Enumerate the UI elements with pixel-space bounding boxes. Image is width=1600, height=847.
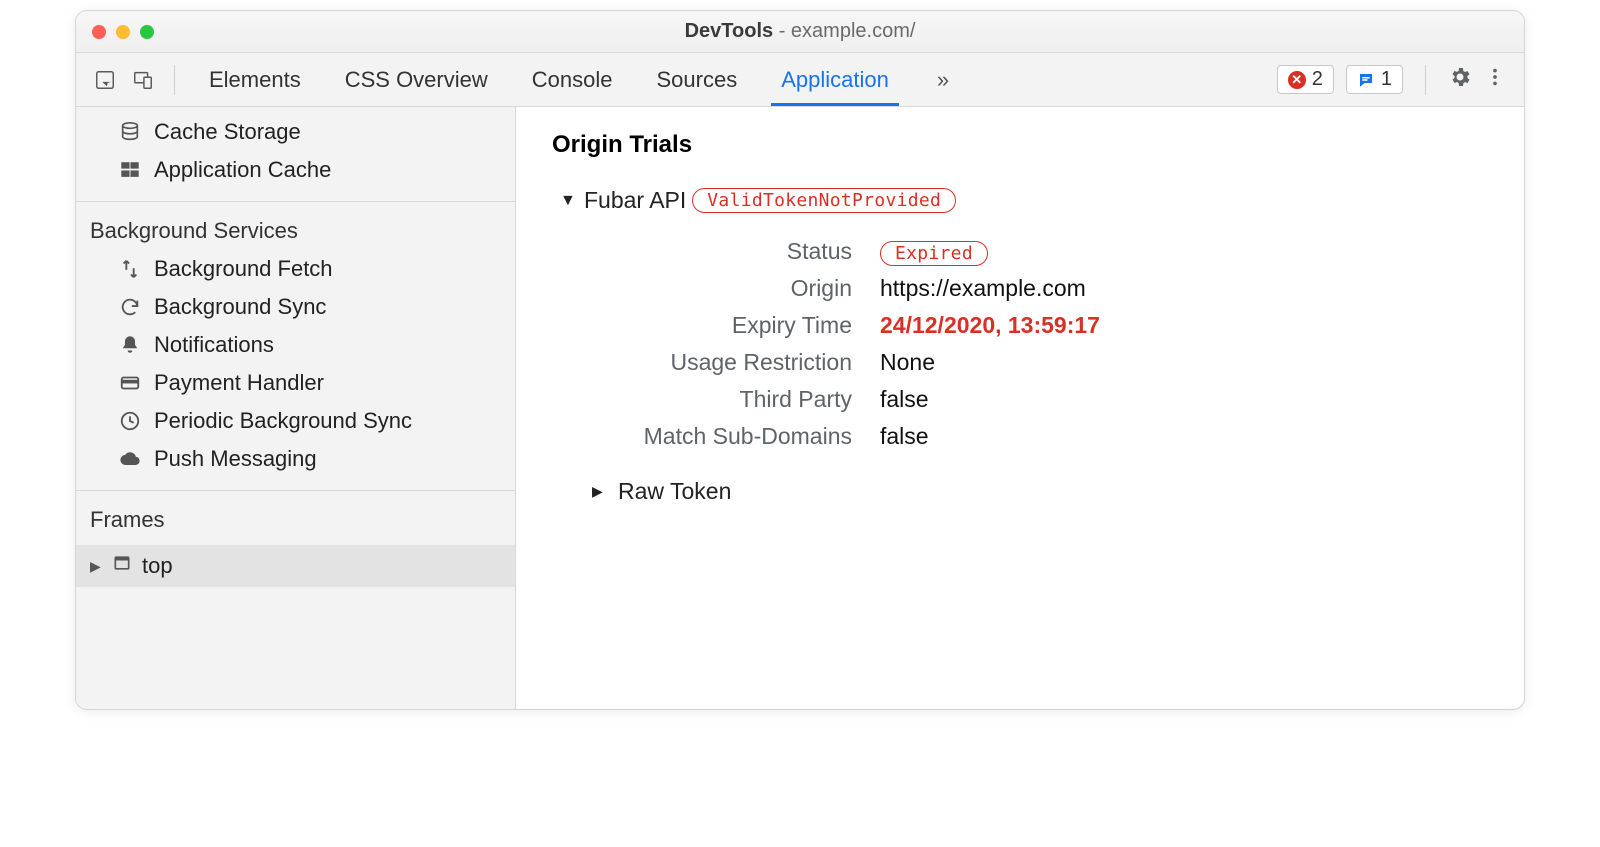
label-usage: Usage Restriction xyxy=(552,349,852,376)
sync-icon xyxy=(118,295,142,319)
error-count: 2 xyxy=(1312,68,1323,91)
disclosure-triangle-icon: ▶ xyxy=(90,558,104,575)
sidebar-label: Periodic Background Sync xyxy=(154,408,412,434)
window-title-page: - example.com/ xyxy=(773,20,915,42)
value-expiry: 24/12/2020, 13:59:17 xyxy=(880,312,1100,339)
sidebar-label: Background Sync xyxy=(154,294,326,320)
row-status: Status Expired xyxy=(552,238,1524,265)
error-counter[interactable]: ✕ 2 xyxy=(1277,65,1334,94)
message-counter[interactable]: 1 xyxy=(1346,65,1403,94)
minimize-button[interactable] xyxy=(116,25,130,39)
value-usage: None xyxy=(880,349,935,376)
value-origin: https://example.com xyxy=(880,275,1086,302)
traffic-lights xyxy=(92,25,154,39)
value-subdomains: false xyxy=(880,423,929,450)
section-bg-services: Background Services Background Fetch Bac… xyxy=(76,202,515,491)
label-subdomains: Match Sub-Domains xyxy=(552,423,852,450)
disclosure-triangle-icon: ▶ xyxy=(592,483,610,500)
frame-name: top xyxy=(142,553,173,579)
device-toggle-icon[interactable] xyxy=(126,63,160,97)
sidebar-item-notifications[interactable]: Notifications xyxy=(76,326,515,364)
grid-icon xyxy=(118,158,142,182)
row-usage: Usage Restriction None xyxy=(552,349,1524,376)
tab-application[interactable]: Application xyxy=(777,55,893,105)
value-status-badge: Expired xyxy=(880,241,988,266)
main-panel: Origin Trials ▼ Fubar API ValidTokenNotP… xyxy=(516,107,1524,709)
section-title-bg: Background Services xyxy=(76,208,515,250)
settings-icon[interactable] xyxy=(1448,65,1472,94)
value-third-party: false xyxy=(880,386,929,413)
sidebar-item-bg-fetch[interactable]: Background Fetch xyxy=(76,250,515,288)
window-title-app: DevTools xyxy=(685,20,774,42)
sidebar-item-push[interactable]: Push Messaging xyxy=(76,440,515,478)
frames-item-top[interactable]: ▶ top xyxy=(76,545,515,587)
raw-token-label: Raw Token xyxy=(618,478,731,505)
section-cache: Cache Storage Application Cache xyxy=(76,107,515,202)
section-frames: Frames ▶ top xyxy=(76,491,515,709)
fetch-icon xyxy=(118,257,142,281)
label-expiry: Expiry Time xyxy=(552,312,852,339)
section-title-frames: Frames xyxy=(76,497,515,539)
window-title: DevTools - example.com/ xyxy=(685,20,916,43)
panel-heading: Origin Trials xyxy=(552,131,1524,159)
card-icon xyxy=(118,371,142,395)
sidebar-item-payment[interactable]: Payment Handler xyxy=(76,364,515,402)
trial-name: Fubar API xyxy=(584,187,686,214)
separator xyxy=(174,65,175,95)
label-third-party: Third Party xyxy=(552,386,852,413)
toolbar: Elements CSS Overview Console Sources Ap… xyxy=(76,53,1524,107)
panel-tabs: Elements CSS Overview Console Sources Ap… xyxy=(205,55,1273,105)
tab-console[interactable]: Console xyxy=(528,55,617,105)
sidebar-item-bg-sync[interactable]: Background Sync xyxy=(76,288,515,326)
label-status: Status xyxy=(552,238,852,265)
error-icon: ✕ xyxy=(1288,71,1306,89)
raw-token-toggle[interactable]: ▶ Raw Token xyxy=(592,478,1524,505)
sidebar-label: Application Cache xyxy=(154,157,331,183)
separator xyxy=(1425,65,1426,95)
bell-icon xyxy=(118,333,142,357)
row-subdomains: Match Sub-Domains false xyxy=(552,423,1524,450)
toolbar-right: ✕ 2 1 xyxy=(1277,65,1512,95)
tab-css-overview[interactable]: CSS Overview xyxy=(341,55,492,105)
trial-status-badge: ValidTokenNotProvided xyxy=(692,188,956,213)
sidebar-label: Notifications xyxy=(154,332,274,358)
label-origin: Origin xyxy=(552,275,852,302)
cloud-icon xyxy=(118,447,142,471)
sidebar-item-periodic-sync[interactable]: Periodic Background Sync xyxy=(76,402,515,440)
trial-header[interactable]: ▼ Fubar API ValidTokenNotProvided xyxy=(560,187,1524,214)
close-button[interactable] xyxy=(92,25,106,39)
devtools-window: DevTools - example.com/ Elements CSS Ove… xyxy=(75,10,1525,710)
sidebar-item-app-cache[interactable]: Application Cache xyxy=(76,151,515,189)
row-expiry: Expiry Time 24/12/2020, 13:59:17 xyxy=(552,312,1524,339)
row-third-party: Third Party false xyxy=(552,386,1524,413)
application-sidebar: Cache Storage Application Cache Backgrou… xyxy=(76,107,516,709)
message-count: 1 xyxy=(1381,68,1392,91)
more-menu-icon[interactable] xyxy=(1484,66,1506,93)
disclosure-triangle-icon: ▼ xyxy=(560,192,578,210)
sidebar-label: Cache Storage xyxy=(154,119,301,145)
tabs-overflow-icon[interactable]: » xyxy=(929,67,957,93)
sidebar-label: Background Fetch xyxy=(154,256,333,282)
zoom-button[interactable] xyxy=(140,25,154,39)
sidebar-label: Push Messaging xyxy=(154,446,317,472)
clock-icon xyxy=(118,409,142,433)
panel-body: Cache Storage Application Cache Backgrou… xyxy=(76,107,1524,709)
database-icon xyxy=(118,120,142,144)
sidebar-label: Payment Handler xyxy=(154,370,324,396)
sidebar-item-cache-storage[interactable]: Cache Storage xyxy=(76,113,515,151)
inspect-icon[interactable] xyxy=(88,63,122,97)
row-origin: Origin https://example.com xyxy=(552,275,1524,302)
frame-icon xyxy=(112,553,134,579)
message-icon xyxy=(1357,71,1375,89)
tab-sources[interactable]: Sources xyxy=(652,55,741,105)
tab-elements[interactable]: Elements xyxy=(205,55,305,105)
titlebar: DevTools - example.com/ xyxy=(76,11,1524,53)
